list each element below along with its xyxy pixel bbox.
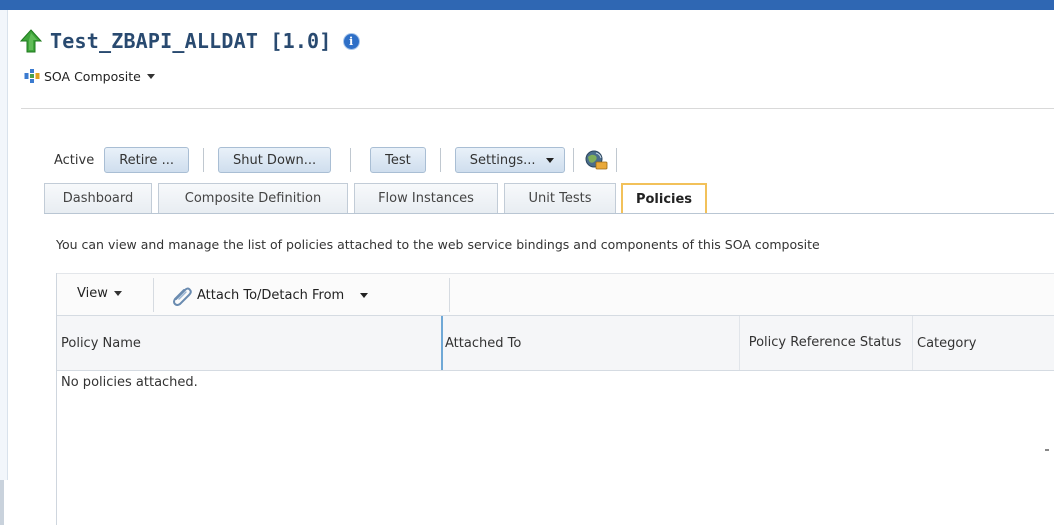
tab-unit-tests[interactable]: Unit Tests	[504, 183, 616, 213]
tab-label: Dashboard	[62, 191, 134, 206]
view-menu[interactable]: View	[77, 286, 122, 301]
tab-dashboard[interactable]: Dashboard	[44, 183, 152, 213]
tab-label: Flow Instances	[378, 191, 474, 206]
attach-detach-button[interactable]: Attach To/Detach From	[171, 284, 369, 306]
chevron-down-icon	[113, 291, 122, 296]
tab-flow-instances[interactable]: Flow Instances	[354, 183, 498, 213]
scroll-marker	[1045, 449, 1049, 451]
toolbar-separator	[449, 278, 450, 312]
attach-detach-label: Attach To/Detach From	[197, 287, 345, 303]
retire-button[interactable]: Retire ...	[104, 147, 189, 173]
chevron-down-icon[interactable]	[360, 292, 369, 298]
toolbar-separator	[572, 148, 574, 172]
tab-policies[interactable]: Policies	[621, 183, 707, 214]
column-header-attached-to[interactable]: Attached To	[443, 316, 739, 370]
paperclip-icon	[173, 287, 192, 306]
page-title: Test_ZBAPI_ALLDAT [1.0]	[50, 29, 332, 53]
tab-label: Composite Definition	[184, 191, 322, 206]
column-header-policy-name[interactable]: Policy Name	[61, 316, 441, 370]
left-pane-edge	[0, 10, 8, 480]
table-toolbar: View Attach To/Detach From	[57, 273, 1054, 316]
top-accent-bar	[0, 0, 1054, 10]
column-header-policy-reference-status[interactable]: Policy Reference Status	[739, 316, 911, 370]
test-button[interactable]: Test	[370, 147, 426, 173]
composite-icon	[24, 69, 40, 83]
settings-button-label: Settings...	[469, 152, 536, 168]
composite-menu-label: SOA Composite	[44, 68, 141, 84]
composite-menu[interactable]: SOA Composite	[24, 66, 155, 86]
tab-label: Policies	[635, 192, 693, 207]
deploy-globe-icon[interactable]	[584, 149, 608, 171]
state-label: Active	[54, 152, 95, 168]
policies-description: You can view and manage the list of poli…	[56, 237, 820, 252]
toolbar-separator	[439, 148, 441, 172]
tab-bar: Dashboard Composite Definition Flow Inst…	[44, 183, 1054, 214]
tab-composite-definition[interactable]: Composite Definition	[158, 183, 348, 213]
chevron-down-icon	[545, 157, 554, 163]
view-menu-label: View	[77, 286, 108, 301]
table-header: Policy Name Attached To Policy Reference…	[57, 315, 1054, 371]
toolbar-separator	[153, 278, 154, 312]
toolbar-separator	[350, 148, 352, 172]
composite-toolbar: Active Retire ... Shut Down... Test Sett…	[54, 146, 625, 174]
empty-table-message: No policies attached.	[61, 375, 198, 390]
page-header: Test_ZBAPI_ALLDAT [1.0] i	[20, 26, 359, 56]
toolbar-separator	[202, 148, 204, 172]
column-header-category[interactable]: Category	[913, 316, 1053, 370]
header-divider	[21, 108, 1054, 109]
tab-baseline	[44, 213, 1054, 214]
policies-table-panel: View Attach To/Detach From Policy Name A…	[56, 273, 1054, 525]
chevron-down-icon	[146, 73, 155, 79]
tab-label: Unit Tests	[528, 191, 592, 206]
shutdown-button[interactable]: Shut Down...	[217, 147, 332, 173]
info-icon[interactable]: i	[343, 33, 359, 49]
up-arrow-icon	[20, 29, 42, 53]
settings-button[interactable]: Settings...	[454, 147, 565, 173]
left-pane-splitter[interactable]	[0, 480, 4, 525]
toolbar-separator	[615, 148, 617, 172]
